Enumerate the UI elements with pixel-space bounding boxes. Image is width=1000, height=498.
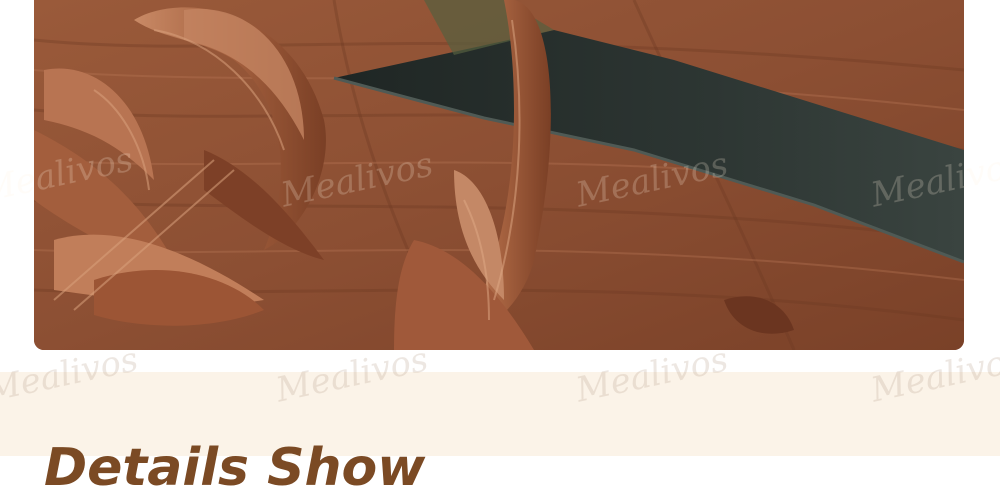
photo-illustration xyxy=(34,0,964,350)
product-photo xyxy=(34,0,964,350)
section-heading: Details Show xyxy=(44,438,426,498)
